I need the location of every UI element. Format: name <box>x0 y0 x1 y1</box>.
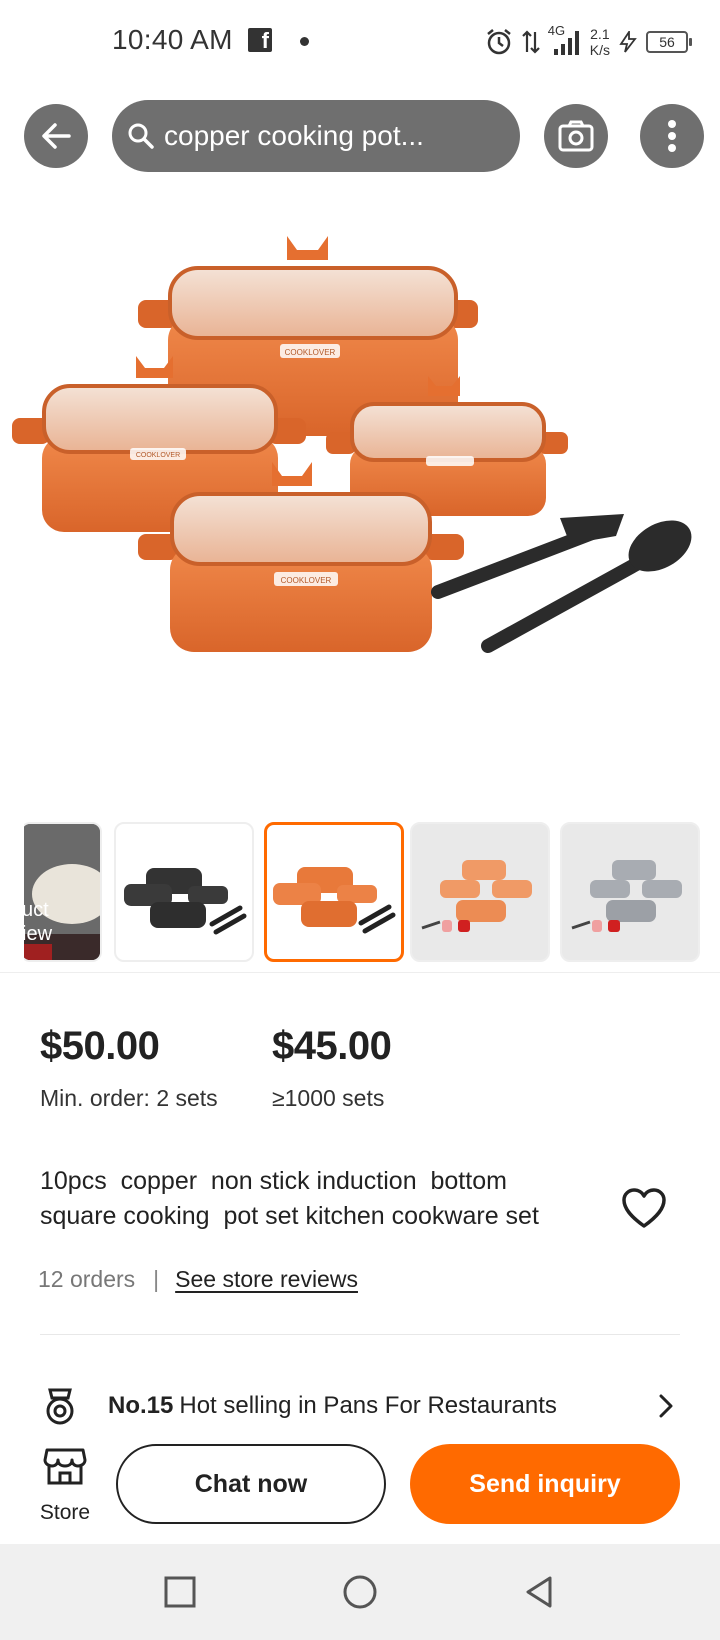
facebook-icon: f <box>248 28 272 53</box>
search-query: copper cooking pot... <box>164 120 424 151</box>
svg-text:COOKLOVER: COOKLOVER <box>136 452 180 459</box>
ranking-description: Hot selling in Pans For Restaurants <box>179 1392 557 1419</box>
notification-dot-icon <box>300 37 309 46</box>
charging-icon <box>619 31 637 53</box>
ranking-medal-icon <box>46 1388 74 1425</box>
status-time: 10:40 AM <box>112 24 233 55</box>
search-icon <box>128 123 154 149</box>
home-circle-icon[interactable] <box>340 1572 380 1612</box>
bottom-action-bar: Store Chat now Send inquiry <box>0 1438 720 1542</box>
battery-icon: 56 <box>646 31 692 53</box>
system-nav-bar <box>0 1544 720 1640</box>
section-divider <box>40 1334 680 1335</box>
camera-icon <box>558 120 594 152</box>
price-tier-2-value: $45.00 <box>272 1024 392 1068</box>
svg-text:COOKLOVER: COOKLOVER <box>285 348 336 357</box>
back-button[interactable] <box>24 104 88 168</box>
price-tier-2: $45.00 ≥1000 sets <box>272 1024 392 1112</box>
orders-count: 12 orders <box>38 1266 136 1292</box>
price-tier-2-quantity: ≥1000 sets <box>272 1085 385 1111</box>
net-speed: 2.1 K/s <box>589 26 610 58</box>
back-triangle-icon[interactable] <box>520 1572 560 1612</box>
recents-square-icon[interactable] <box>160 1572 200 1612</box>
thumbnail-copper-set[interactable] <box>264 822 404 962</box>
product-title: 10pcs copper non stick induction bottom … <box>40 1167 539 1230</box>
svg-text:COOKLOVER: COOKLOVER <box>281 576 332 585</box>
chat-now-button[interactable]: Chat now <box>116 1444 386 1524</box>
ranking-text: No.15 Hot selling in Pans For Restaurants <box>108 1392 557 1420</box>
thumbnail-copper-accessories[interactable] <box>410 822 550 962</box>
search-input[interactable]: copper cooking pot... <box>112 100 520 172</box>
price-tier-1: $50.00 Min. order: 2 sets <box>40 1024 218 1112</box>
store-reviews-link[interactable]: See store reviews <box>175 1266 358 1293</box>
thumbnail-black-set[interactable] <box>114 822 254 962</box>
arrow-left-icon <box>42 123 71 149</box>
store-label: Store <box>39 1501 91 1524</box>
send-inquiry-button[interactable]: Send inquiry <box>410 1444 680 1524</box>
signal-icon: 4G <box>548 23 582 57</box>
chevron-right-icon <box>659 1394 673 1418</box>
thumbnail-gray-set[interactable] <box>560 822 700 962</box>
orders-row: 12 orders | See store reviews <box>38 1266 358 1293</box>
product-main-image[interactable]: COOKLOVER COOKLOVER COOKLOVER <box>0 196 720 796</box>
top-bar: copper cooking pot... <box>0 96 720 176</box>
more-options-button[interactable] <box>640 104 704 168</box>
price-tier-1-quantity: Min. order: 2 sets <box>40 1085 218 1111</box>
alarm-icon <box>486 29 511 55</box>
ranking-row[interactable]: No.15 Hot selling in Pans For Restaurants <box>40 1386 680 1426</box>
separator: | <box>153 1266 160 1292</box>
section-divider <box>0 972 720 973</box>
price-tier-1-value: $50.00 <box>40 1024 160 1068</box>
ranking-number: No.15 <box>108 1392 174 1419</box>
image-search-button[interactable] <box>544 104 608 168</box>
favorite-heart-icon[interactable] <box>620 1186 668 1230</box>
status-bar: 10:40 AM f 4G 2.1 K/s 56 <box>0 0 720 84</box>
thumbnail-video-label: uct iew <box>24 899 53 945</box>
data-transfer-icon <box>521 30 540 54</box>
status-indicators: 4G 2.1 K/s 56 <box>484 22 692 62</box>
store-button[interactable]: Store <box>36 1446 94 1536</box>
thumbnail-video[interactable]: uct iew <box>24 822 102 962</box>
utensils <box>431 514 692 653</box>
store-icon <box>43 1448 87 1485</box>
thumbnail-strip: uct iew <box>24 822 720 962</box>
more-vertical-icon <box>668 120 676 152</box>
